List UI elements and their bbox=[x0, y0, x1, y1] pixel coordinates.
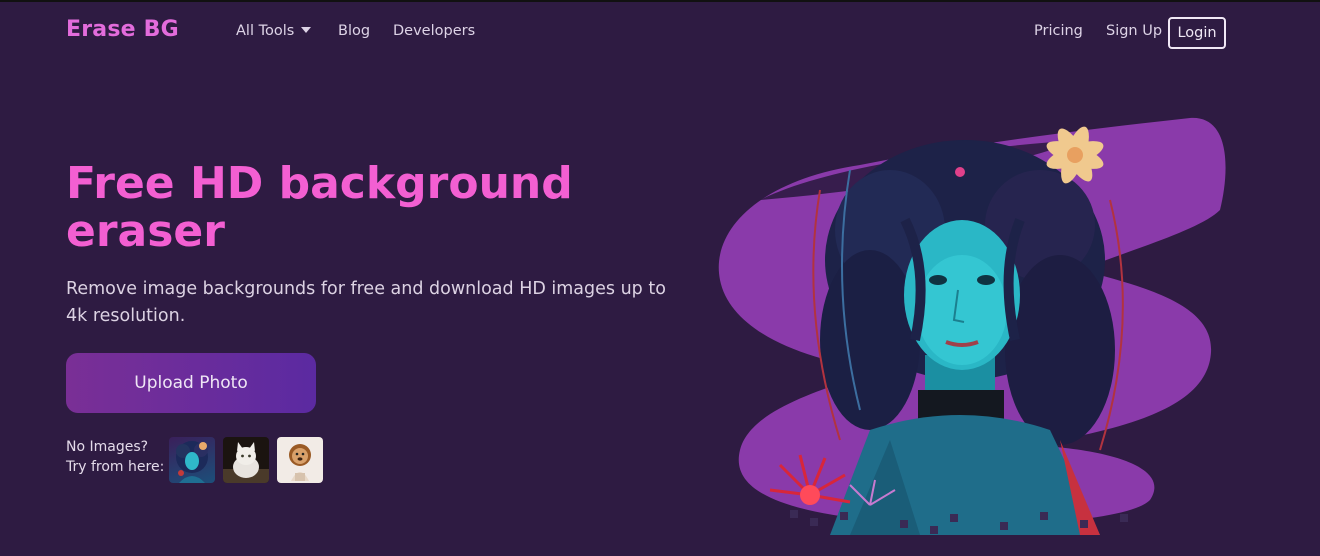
sample-girl-portrait-thumbnail[interactable] bbox=[169, 437, 215, 483]
hero-illustration bbox=[700, 110, 1240, 535]
sample-plush-toy-thumbnail[interactable] bbox=[277, 437, 323, 483]
sample-label-line2: Try from here: bbox=[66, 459, 165, 475]
nav-sign-up-link[interactable]: Sign Up bbox=[1106, 23, 1162, 39]
caret-down-icon bbox=[301, 27, 312, 33]
sample-label-line1: No Images? bbox=[66, 439, 149, 455]
top-navigation: Erase BG All Tools Blog Developers Prici… bbox=[0, 2, 1320, 62]
upload-photo-button[interactable]: Upload Photo bbox=[66, 353, 316, 413]
cat-thumbnail-icon bbox=[223, 442, 269, 483]
hero-title: Free HD background eraser bbox=[66, 158, 573, 257]
login-button[interactable]: Login bbox=[1168, 17, 1226, 49]
nav-developers-link[interactable]: Developers bbox=[393, 23, 475, 39]
nav-all-tools-dropdown[interactable]: All Tools bbox=[236, 23, 312, 39]
girl-portrait-thumbnail-icon bbox=[176, 441, 208, 483]
plush-toy-thumbnail-icon bbox=[289, 444, 311, 481]
hero-subtitle: Remove image backgrounds for free and do… bbox=[66, 279, 666, 326]
sample-cat-thumbnail[interactable] bbox=[223, 437, 269, 483]
nav-all-tools-label: All Tools bbox=[236, 23, 295, 39]
nav-blog-link[interactable]: Blog bbox=[338, 23, 370, 39]
nav-pricing-link[interactable]: Pricing bbox=[1034, 23, 1083, 39]
hero-portrait-image bbox=[718, 117, 1226, 535]
sample-images-label: No Images? Try from here: bbox=[66, 437, 176, 477]
brand-logo[interactable]: Erase BG bbox=[66, 17, 179, 42]
